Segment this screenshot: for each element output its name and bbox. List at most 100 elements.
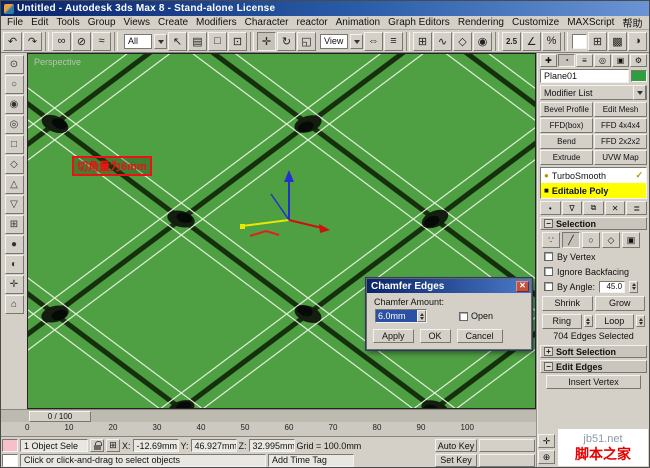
reactor-icon-13[interactable]: ⌂ bbox=[4, 295, 24, 314]
reactor-icon-3[interactable]: ◉ bbox=[4, 95, 24, 114]
make-unique-icon[interactable]: ⧉ bbox=[583, 201, 604, 215]
menu-customize[interactable]: Customize bbox=[508, 17, 563, 28]
y-coordinate-field[interactable]: 46.927mm bbox=[190, 439, 237, 453]
dialog-title-bar[interactable]: Chamfer Edges ✕ bbox=[367, 279, 531, 293]
unlink-selection-icon[interactable]: ⊘ bbox=[72, 31, 91, 51]
cancel-button[interactable]: Cancel bbox=[456, 329, 503, 343]
show-end-result-icon[interactable]: ∇ bbox=[561, 201, 583, 215]
selection-filter-dropdown[interactable]: All bbox=[121, 33, 167, 50]
bevel-profile-button[interactable]: Bevel Profile bbox=[540, 102, 593, 117]
reactor-icon-11[interactable]: ◐ bbox=[4, 255, 24, 274]
reactor-icon-4[interactable]: ◎ bbox=[4, 115, 24, 134]
bend-button[interactable]: Bend bbox=[540, 134, 593, 149]
menu-character[interactable]: Character bbox=[241, 17, 293, 28]
align-icon[interactable]: ≡ bbox=[384, 31, 403, 51]
reactor-icon-1[interactable]: ⊙ bbox=[4, 55, 24, 74]
reactor-icon-7[interactable]: △ bbox=[4, 175, 24, 194]
key-mode-dropdown[interactable] bbox=[479, 439, 535, 453]
menu-create[interactable]: Create bbox=[154, 17, 192, 28]
spinner[interactable] bbox=[636, 315, 645, 327]
create-tab-icon[interactable]: ✚ bbox=[540, 54, 557, 67]
reactor-icon-6[interactable]: ◇ bbox=[4, 155, 24, 174]
stack-item-turbosmooth[interactable]: ● TurboSmooth ✓ bbox=[541, 168, 646, 183]
reactor-icon-9[interactable]: ⊞ bbox=[4, 215, 24, 234]
selection-rollout-header[interactable]: − Selection bbox=[540, 217, 647, 230]
mini-listener-script[interactable] bbox=[2, 453, 18, 467]
element-mode-icon[interactable]: ▣ bbox=[622, 232, 640, 248]
menu-rendering[interactable]: Rendering bbox=[454, 17, 508, 28]
select-and-scale-icon[interactable]: ◱ bbox=[297, 31, 316, 51]
mini-listener-macro[interactable] bbox=[2, 439, 18, 453]
layer-manager-icon[interactable]: ⊞ bbox=[413, 31, 432, 51]
ffd-2x2x2-button[interactable]: FFD 2x2x2 bbox=[594, 134, 647, 149]
motion-tab-icon[interactable]: ◎ bbox=[594, 54, 611, 67]
viewport-label[interactable]: Perspective bbox=[34, 57, 81, 67]
reactor-icon-5[interactable]: □ bbox=[4, 135, 24, 154]
menu-reactor[interactable]: reactor bbox=[293, 17, 332, 28]
menu-modifiers[interactable]: Modifiers bbox=[192, 17, 241, 28]
vertex-mode-icon[interactable]: ∵ bbox=[542, 232, 560, 248]
reactor-icon-12[interactable]: ✛ bbox=[4, 275, 24, 294]
zoom-icon[interactable]: ⊕ bbox=[538, 450, 555, 464]
track-bar[interactable]: 0 10 20 30 40 50 60 70 80 90 100 bbox=[1, 422, 536, 437]
object-name-field[interactable]: Plane01 bbox=[540, 69, 629, 83]
time-slider-handle[interactable]: 0 / 100 bbox=[29, 410, 91, 422]
key-filters-button[interactable] bbox=[479, 453, 535, 467]
modify-tab-icon[interactable]: ◔ bbox=[558, 54, 575, 67]
ffd-box-button[interactable]: FFD(box) bbox=[540, 118, 593, 133]
reference-coordinate-dropdown[interactable]: View bbox=[317, 33, 363, 50]
menu-edit[interactable]: Edit bbox=[27, 17, 52, 28]
uvw-map-button[interactable]: UVW Map bbox=[594, 150, 647, 165]
time-slider-track[interactable]: 0 / 100 bbox=[1, 409, 536, 422]
lightbulb-icon[interactable]: ● bbox=[544, 171, 549, 180]
border-mode-icon[interactable]: ○ bbox=[582, 232, 600, 248]
menu-animation[interactable]: Animation bbox=[332, 17, 384, 28]
loop-button[interactable]: Loop bbox=[594, 313, 634, 329]
render-scene-icon[interactable]: ▩ bbox=[608, 31, 627, 51]
remove-modifier-icon[interactable]: ✕ bbox=[604, 201, 626, 215]
select-by-name-icon[interactable]: ▤ bbox=[188, 31, 207, 51]
select-and-link-icon[interactable]: ∞ bbox=[52, 31, 71, 51]
select-object-icon[interactable]: ↖ bbox=[168, 31, 187, 51]
configure-stack-icon[interactable]: ≣ bbox=[626, 201, 647, 215]
set-key-button[interactable]: Set Key bbox=[435, 453, 477, 467]
utilities-tab-icon[interactable]: ⚙ bbox=[630, 54, 647, 67]
spinner[interactable] bbox=[417, 310, 426, 322]
material-editor-icon[interactable]: ◉ bbox=[473, 31, 492, 51]
undo-icon[interactable]: ↶ bbox=[3, 31, 22, 51]
grow-button[interactable]: Grow bbox=[594, 295, 645, 311]
x-coordinate-field[interactable]: -12.69mm bbox=[132, 439, 179, 453]
polygon-mode-icon[interactable]: ◇ bbox=[602, 232, 620, 248]
by-vertex-checkbox[interactable] bbox=[544, 252, 553, 261]
soft-selection-rollout-header[interactable]: + Soft Selection bbox=[540, 345, 647, 358]
open-checkbox[interactable] bbox=[459, 311, 468, 321]
ffd-4x4x4-button[interactable]: FFD 4x4x4 bbox=[594, 118, 647, 133]
angle-snap-icon[interactable]: ∠ bbox=[522, 31, 541, 51]
auto-key-button[interactable]: Auto Key bbox=[435, 439, 477, 453]
edit-edges-rollout-header[interactable]: − Edit Edges bbox=[540, 360, 647, 373]
spinner[interactable] bbox=[583, 315, 593, 327]
pan-view-icon[interactable]: ✛ bbox=[538, 434, 555, 448]
spinner[interactable] bbox=[629, 280, 639, 293]
perspective-viewport[interactable]: Perspective 切角量为6mm Chamfer Edges ✕ Cham… bbox=[27, 53, 536, 409]
object-color-swatch[interactable] bbox=[631, 70, 647, 82]
edge-mode-icon[interactable]: ╱ bbox=[562, 232, 580, 248]
z-coordinate-field[interactable]: 32.995mm bbox=[248, 439, 295, 453]
edit-mesh-button[interactable]: Edit Mesh bbox=[594, 102, 647, 117]
schematic-view-icon[interactable]: ◇ bbox=[453, 31, 472, 51]
by-angle-value-field[interactable]: 45.0 bbox=[599, 280, 626, 293]
absolute-mode-icon[interactable]: ⊞ bbox=[106, 439, 120, 453]
menu-help[interactable]: 帮助 bbox=[618, 15, 646, 30]
reactor-icon-10[interactable]: ● bbox=[4, 235, 24, 254]
menu-views[interactable]: Views bbox=[120, 17, 155, 28]
close-icon[interactable]: ✕ bbox=[516, 280, 529, 292]
ok-button[interactable]: OK bbox=[419, 329, 451, 343]
bind-to-spacewarp-icon[interactable]: ≈ bbox=[92, 31, 111, 51]
quick-render-icon[interactable]: ◑ bbox=[628, 31, 647, 51]
mirror-icon[interactable]: ⇔ bbox=[364, 31, 383, 51]
menu-group[interactable]: Group bbox=[84, 17, 120, 28]
stack-item-editable-poly[interactable]: ■ Editable Poly bbox=[541, 183, 646, 198]
ring-button[interactable]: Ring bbox=[542, 313, 582, 329]
select-and-rotate-icon[interactable]: ↻ bbox=[277, 31, 296, 51]
reactor-icon-2[interactable]: ○ bbox=[4, 75, 24, 94]
